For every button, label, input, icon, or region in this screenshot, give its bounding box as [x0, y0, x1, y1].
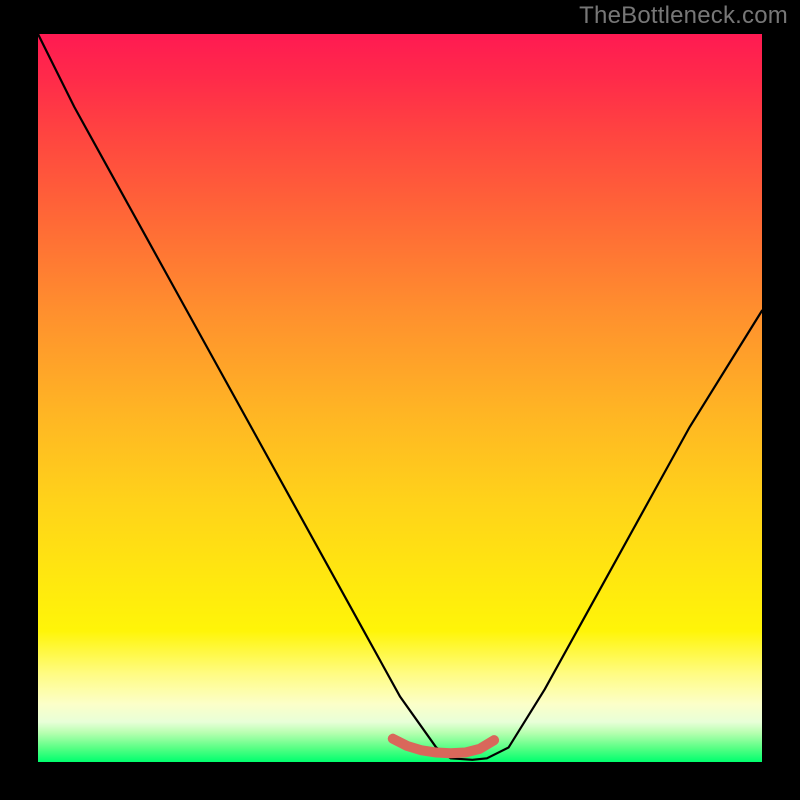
curve-layer — [38, 34, 762, 762]
chart-frame: TheBottleneck.com — [0, 0, 800, 800]
plot-area — [38, 34, 762, 762]
bottleneck-curve — [38, 34, 762, 760]
watermark-text: TheBottleneck.com — [579, 0, 788, 32]
optimal-band — [393, 739, 494, 754]
